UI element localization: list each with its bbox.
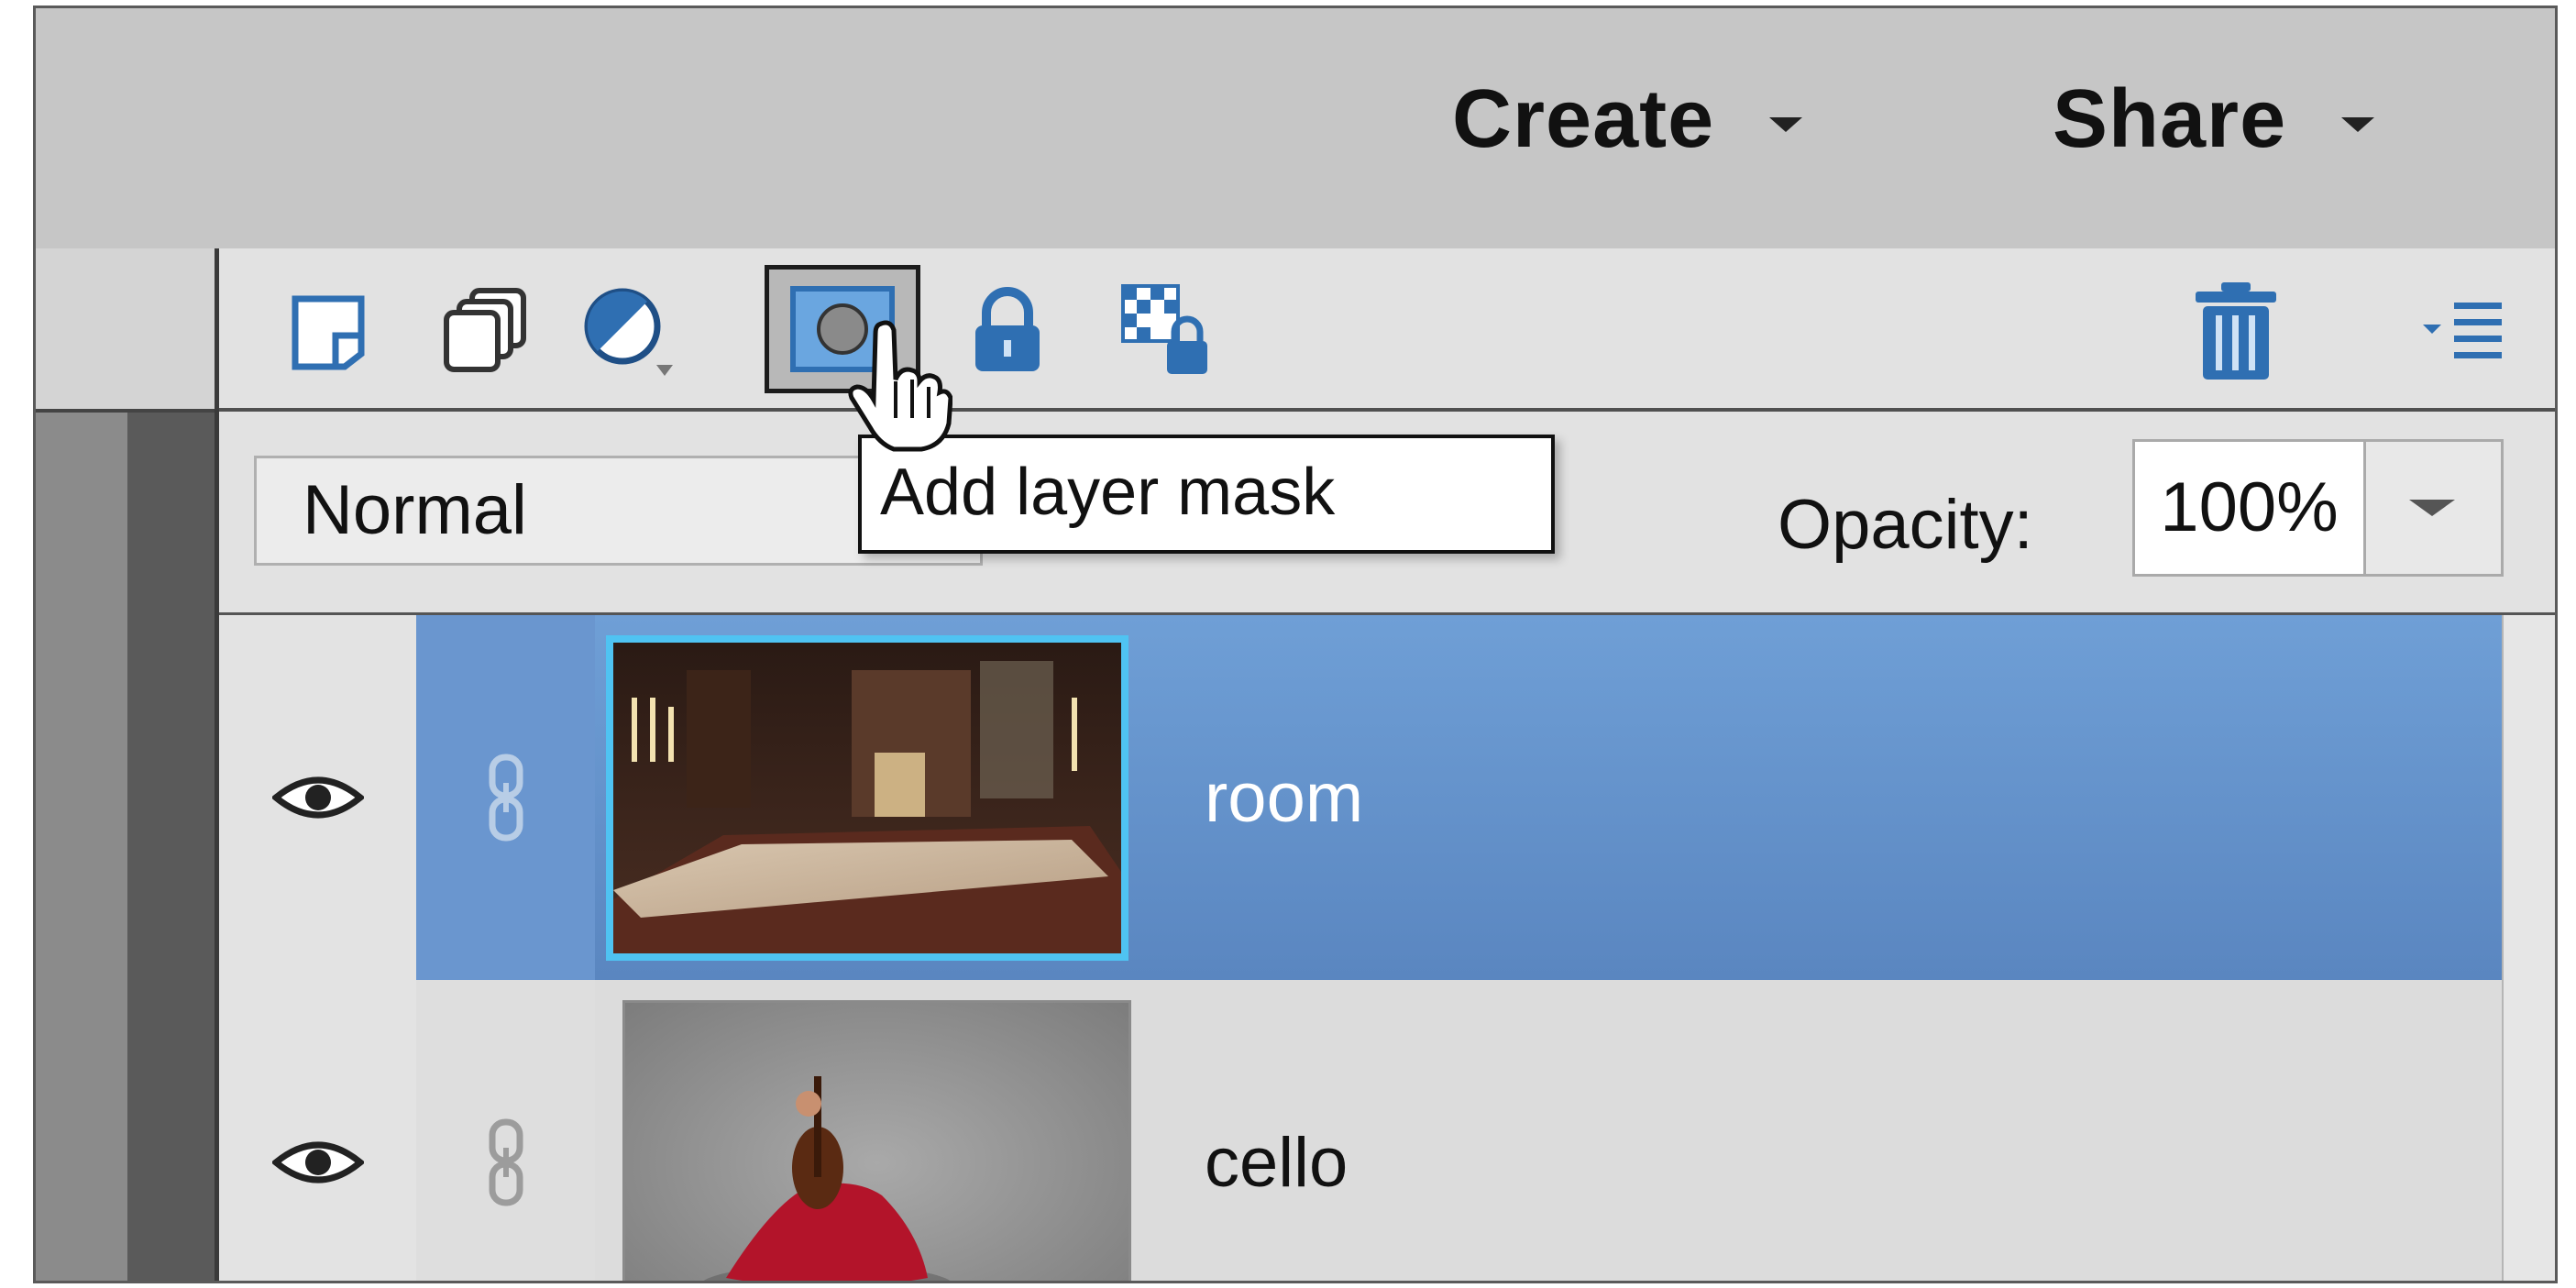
layer-row-cello[interactable]: cello xyxy=(219,980,2502,1281)
share-menu-label: Share xyxy=(2053,73,2287,165)
chain-link-icon xyxy=(489,1118,523,1206)
layer-link-toggle[interactable] xyxy=(416,980,595,1281)
create-menu-button[interactable]: Create xyxy=(1452,72,1803,167)
delete-layer-button[interactable] xyxy=(2181,276,2291,386)
layer-row-room[interactable]: room xyxy=(219,615,2502,980)
layers-scrollbar[interactable] xyxy=(2502,615,2555,1281)
opacity-label: Opacity: xyxy=(1778,486,2033,564)
opacity-dropdown-button[interactable] xyxy=(2366,439,2504,577)
layer-name[interactable]: cello xyxy=(1205,980,1348,1281)
left-panel-divider xyxy=(127,413,215,1281)
layers-toolbar xyxy=(219,248,2555,412)
layer-name[interactable]: room xyxy=(1205,615,1363,980)
trash-icon xyxy=(2196,281,2276,380)
lock-icon xyxy=(975,287,1040,371)
top-menu-bar: Create Share xyxy=(36,8,2555,251)
eye-icon xyxy=(271,776,364,819)
chain-link-icon xyxy=(489,754,523,842)
layer-thumbnail-cello xyxy=(622,1000,1131,1281)
eye-icon xyxy=(271,1141,364,1183)
panel-menu-button[interactable] xyxy=(2410,276,2520,386)
lock-transparency-button[interactable] xyxy=(1113,276,1223,386)
tooltip: Add layer mask xyxy=(858,435,1555,554)
chevron-down-icon xyxy=(2341,116,2375,132)
left-panel-header xyxy=(36,248,215,413)
opacity-input[interactable]: 100% xyxy=(2132,439,2366,577)
layer-visibility-toggle[interactable] xyxy=(219,980,416,1281)
adjustment-layer-icon xyxy=(584,288,673,376)
create-menu-label: Create xyxy=(1452,73,1715,165)
adjustment-layer-button[interactable] xyxy=(577,276,687,386)
lock-all-button[interactable] xyxy=(952,276,1062,386)
lock-transparency-icon xyxy=(1121,284,1207,374)
layer-thumbnail-room xyxy=(606,635,1128,961)
new-layer-button[interactable] xyxy=(274,276,384,386)
chevron-down-icon xyxy=(1769,116,1803,132)
layers-panel: Normal Opacity: 100% room cello xyxy=(215,248,2555,1281)
photo-editor-window: Create Share Normal Opacity: 100% room c… xyxy=(33,6,2558,1283)
new-group-button[interactable] xyxy=(430,276,540,386)
new-group-icon xyxy=(444,288,526,372)
layer-visibility-toggle[interactable] xyxy=(219,615,416,980)
layer-link-toggle[interactable] xyxy=(416,615,595,980)
new-layer-icon xyxy=(292,295,365,370)
share-menu-button[interactable]: Share xyxy=(2053,72,2375,167)
left-panel-strip xyxy=(36,248,215,1281)
hand-pointer-icon xyxy=(848,320,952,452)
panel-menu-icon xyxy=(2423,303,2502,358)
